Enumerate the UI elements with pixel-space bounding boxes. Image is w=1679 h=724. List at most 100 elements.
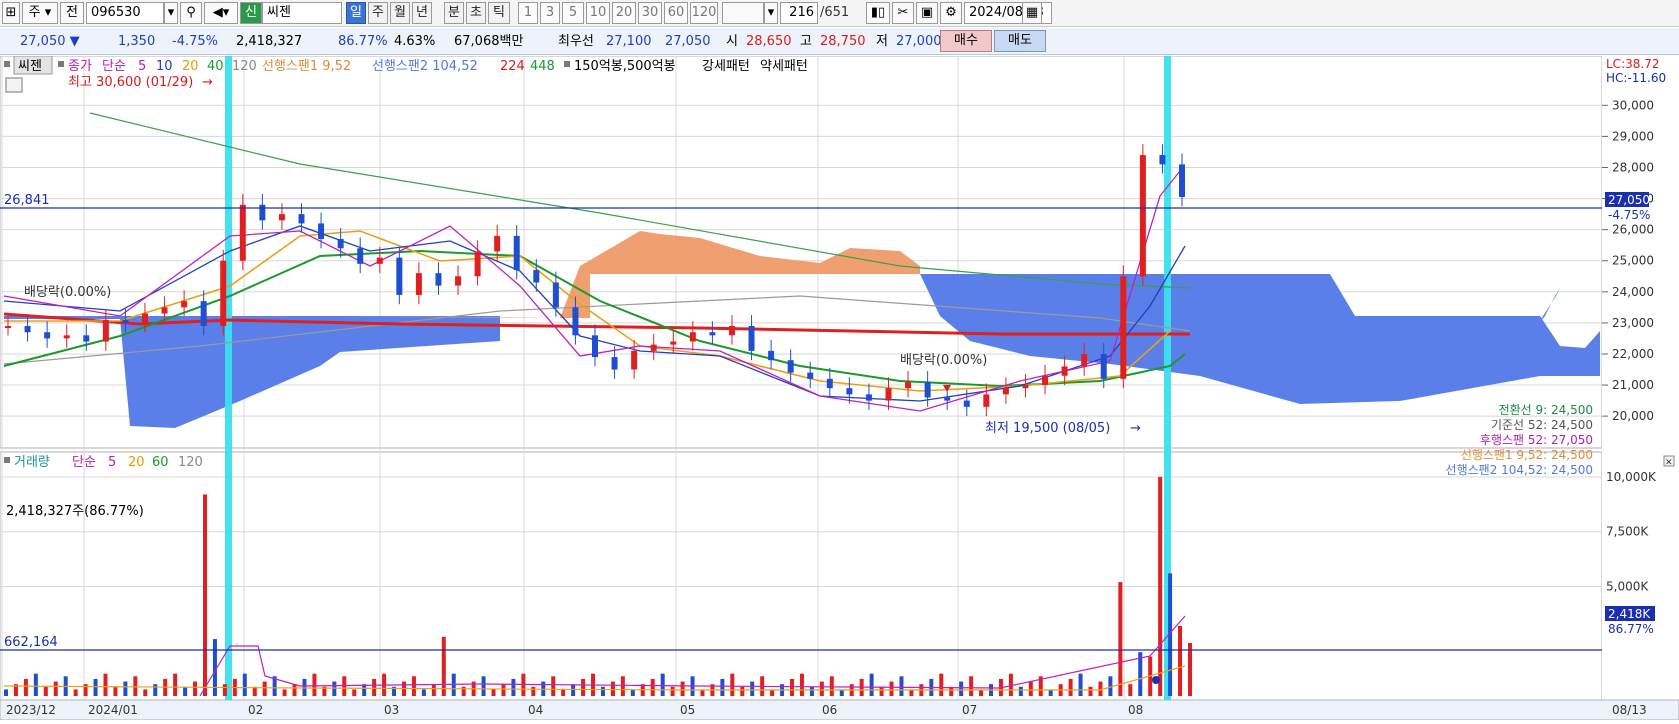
interval-20[interactable]: 20 [612, 2, 636, 24]
period-minute[interactable]: 분 [444, 2, 464, 24]
volume-bar [183, 686, 188, 696]
volume-bar [372, 678, 377, 696]
candle-body [455, 276, 462, 286]
legend-ma20: 20 [182, 59, 199, 74]
calendar-icon[interactable]: ▦ [1022, 2, 1042, 24]
candle-body [983, 394, 990, 407]
volume-bar [730, 673, 735, 696]
turnover-ratio: 4.63% [394, 34, 436, 49]
vol-legend-simple: 단순 [72, 455, 96, 470]
draw-tool-icon[interactable]: ✂ [892, 2, 914, 24]
candle-body [944, 397, 951, 401]
vol-legend-60: 60 [152, 455, 169, 470]
volume-bar [600, 686, 605, 696]
interval-60[interactable]: 60 [664, 2, 688, 24]
volume-bar [312, 673, 317, 696]
interval-1[interactable]: 1 [518, 2, 538, 24]
volume-value: 2,418,327 [236, 34, 303, 49]
chart-area[interactable]: 26,841 662,164 씨젠 종가 단순 5 10 20 40 120 선… [0, 55, 1679, 721]
volume-bar [561, 689, 566, 696]
vol-legend-volume: 거래량 [14, 455, 50, 470]
stock-name-field[interactable]: 씨젠 [262, 2, 342, 24]
current-price-tag: 27,050 [1608, 193, 1650, 207]
volume-bar [1068, 678, 1073, 696]
volume-bar [571, 684, 576, 696]
volume-bar [23, 678, 28, 696]
vol-legend-5: 5 [108, 455, 116, 470]
count-input[interactable]: 216 [780, 2, 818, 24]
volume-bar [173, 673, 178, 696]
period-year[interactable]: 년 [412, 2, 432, 24]
candle-body [513, 235, 520, 271]
vol-current-pct: 86.77% [1608, 622, 1654, 636]
search-icon[interactable]: ⚲ [180, 2, 202, 24]
name-tag: 씨젠 [18, 59, 42, 74]
new-tag: 신 [240, 2, 262, 24]
chevron-down-icon[interactable]: ▾ [164, 2, 178, 24]
volume-tick-label: 10,000K [1606, 470, 1657, 484]
volume-bar [630, 689, 635, 696]
legend-span1: 선행스팬1 9,52 [262, 58, 351, 74]
candle-type-icon[interactable]: ▮▯ [866, 2, 890, 24]
candle-body [474, 251, 481, 277]
period-second[interactable]: 초 [466, 2, 486, 24]
candle-body [376, 257, 383, 264]
save-icon[interactable]: ▣ [916, 2, 938, 24]
ichimoku-label: 선행스팬1 9,52: 24,500 [1461, 447, 1593, 462]
candle-body [865, 394, 872, 401]
volume-bar [53, 681, 58, 696]
volume-bar [819, 681, 824, 696]
toolbar: ⊞ 주 ▾ 전 096530 ▾ ⚲ ◀▾ 신 씨젠 일 주 월 년 분 초 틱… [0, 0, 1679, 27]
legend-bull-pattern: 강세패턴 [702, 59, 750, 74]
interval-30[interactable]: 30 [638, 2, 662, 24]
speaker-icon[interactable]: ◀▾ [204, 2, 238, 24]
period-week[interactable]: 주 [368, 2, 388, 24]
candle-body [337, 238, 344, 249]
table-icon[interactable] [5, 77, 23, 93]
volume-bar [650, 678, 655, 696]
candle-body [161, 307, 168, 314]
price-tick-label: 24,000 [1612, 285, 1654, 299]
date-tick-label: 04 [528, 703, 543, 717]
volume-bar [1028, 681, 1033, 696]
volume-bar [620, 676, 625, 696]
legend-simple: 단순 [102, 59, 126, 74]
interval-10[interactable]: 10 [586, 2, 610, 24]
volume-bar [1018, 686, 1023, 696]
volume-bar [581, 678, 586, 696]
volume-tick-label: 7,500K [1606, 525, 1649, 539]
buy-button[interactable]: 매수 [940, 30, 992, 52]
market-select[interactable]: 주 ▾ [22, 2, 58, 24]
candle-body [572, 307, 579, 336]
stock-chart[interactable]: 26,841 662,164 씨젠 종가 단순 5 10 20 40 120 선… [0, 55, 1679, 721]
new-tag-label: 신 [245, 5, 257, 20]
candle-body [415, 273, 422, 295]
interval-custom-input[interactable] [722, 2, 764, 24]
volume-bar [879, 686, 884, 696]
period-month[interactable]: 월 [390, 2, 410, 24]
sell-button[interactable]: 매도 [994, 30, 1046, 52]
window-menu-icon[interactable]: ⊞ [2, 2, 20, 24]
volume-bar [411, 676, 416, 696]
price-tick-label: 20,000 [1612, 409, 1654, 423]
chevron-down-icon[interactable]: ▾ [764, 2, 778, 24]
dividend-label-1: 배당락(0.00%) [24, 285, 111, 300]
gear-icon[interactable]: ⚙ [940, 2, 962, 24]
candle-body [5, 326, 11, 328]
period-day[interactable]: 일 [346, 2, 366, 24]
legend-ma10: 10 [156, 59, 173, 74]
prev-button[interactable]: 전 [60, 2, 84, 24]
legend-amount-candles: 150억봉,500억봉 [574, 59, 676, 74]
date-tick-label: 06 [822, 703, 837, 717]
price-tick-label: 22,000 [1612, 347, 1654, 361]
period-tick[interactable]: 틱 [488, 2, 510, 24]
interval-3[interactable]: 3 [540, 2, 560, 24]
interval-120[interactable]: 120 [690, 2, 718, 24]
legend-ma5: 5 [138, 59, 146, 74]
legend-ma448: 448 [530, 59, 555, 74]
volume-bar [531, 686, 536, 696]
stock-code-input[interactable]: 096530 [86, 2, 164, 24]
quote-bar: 27,050 ▼ 1,350 -4.75% 2,418,327 86.77% 4… [0, 28, 1679, 55]
interval-5[interactable]: 5 [562, 2, 584, 24]
open-label: 시 [726, 34, 738, 49]
